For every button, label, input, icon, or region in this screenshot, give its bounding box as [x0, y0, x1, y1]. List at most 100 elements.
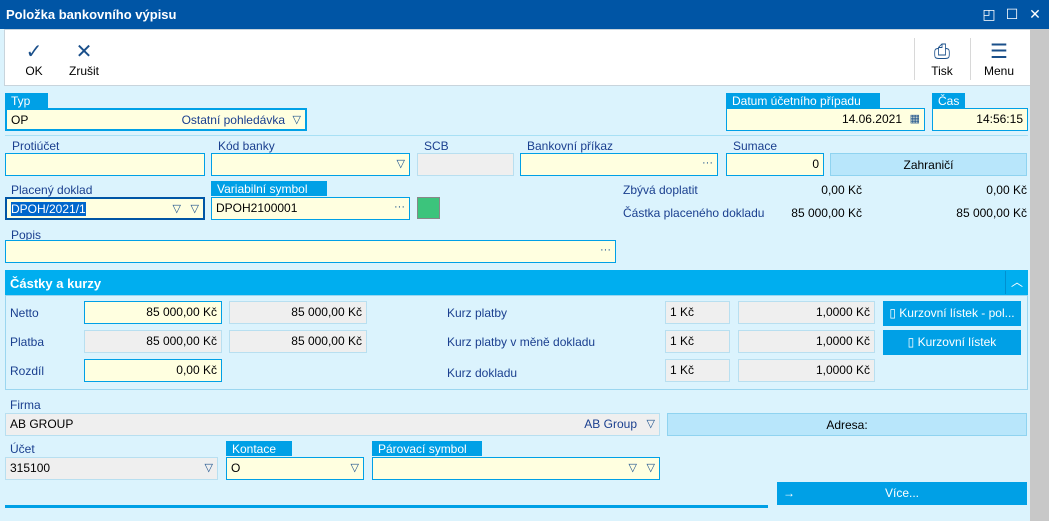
kurz-platby-value: 1,0000 Kč	[738, 301, 875, 324]
dropdown-icon[interactable]: ▽	[293, 113, 301, 126]
calendar-icon[interactable]: ▦	[910, 112, 920, 125]
firma-code: AB GROUP	[10, 417, 74, 431]
kurz-dokladu-unit: 1 Kč	[665, 359, 730, 382]
collapse-icon[interactable]: ︿	[1005, 271, 1028, 294]
ok-label: OK	[25, 64, 43, 78]
kod-banky-field[interactable]: ▽	[211, 153, 410, 176]
typ-label: Typ	[5, 93, 48, 108]
chart-doc-icon: ▯	[907, 335, 918, 349]
scb-field	[417, 153, 514, 176]
castka-value-1: 85 000,00 Kč	[791, 206, 862, 220]
kontace-label: Kontace	[226, 441, 292, 456]
bankovni-prikaz-field[interactable]: ···	[520, 153, 718, 176]
placeny-doklad-label: Placený doklad	[11, 183, 93, 197]
arrow-right-icon: →	[783, 486, 795, 500]
restore-icon[interactable]: ◰	[980, 5, 998, 23]
dropdown-icon[interactable]: ▽	[647, 461, 655, 474]
scb-label: SCB	[424, 139, 449, 153]
netto-value-2: 85 000,00 Kč	[229, 301, 367, 324]
ucet-field[interactable]: 315100 ▽	[5, 457, 218, 480]
zbyva-value-2: 0,00 Kč	[986, 183, 1027, 197]
hamburger-icon: ☰	[990, 41, 1008, 63]
dropdown-icon[interactable]: ▽	[205, 461, 213, 474]
cas-field[interactable]: 14:56:15	[932, 108, 1028, 131]
printer-icon: ⎙	[934, 41, 950, 63]
placeny-doklad-field[interactable]: DPOH/2021/1 ▽ ▽	[5, 197, 205, 220]
parovaci-field[interactable]: ▽ ▽	[372, 457, 660, 480]
castka-value-2: 85 000,00 Kč	[956, 206, 1027, 220]
firma-label: Firma	[10, 398, 41, 412]
kontace-field[interactable]: O ▽	[226, 457, 364, 480]
bankovni-prikaz-label: Bankovní příkaz	[527, 139, 614, 153]
check-icon: ✓	[25, 41, 43, 63]
print-label: Tisk	[931, 64, 953, 78]
kurzovni-listek-pol-label: Kurzovní lístek - pol...	[899, 306, 1015, 320]
dropdown-icon[interactable]: ▽	[647, 417, 655, 430]
filter-icon[interactable]: ▽	[173, 202, 181, 215]
menu-button[interactable]: ☰ Menu	[978, 40, 1020, 78]
filter-icon[interactable]: ▽	[629, 461, 637, 474]
datum-field[interactable]: 14.06.2021 ▦	[726, 108, 925, 131]
variabilni-symbol-value: DPOH2100001	[216, 201, 298, 215]
kod-banky-label: Kód banky	[218, 139, 275, 153]
rozdil-field[interactable]: 0,00 Kč	[84, 359, 222, 382]
typ-name: Ostatní pohledávka	[181, 113, 285, 127]
typ-code: OP	[11, 113, 29, 127]
toolbar	[4, 29, 1044, 86]
ok-button[interactable]: ✓ OK	[18, 40, 50, 78]
sumace-label: Sumace	[733, 139, 778, 153]
variabilni-symbol-label: Variabilní symbol	[211, 181, 327, 196]
zahranici-button[interactable]: Zahraničí	[830, 153, 1027, 176]
close-icon: ✕	[75, 41, 93, 63]
variabilni-symbol-field[interactable]: DPOH2100001 ···	[211, 197, 410, 220]
section-title: Částky a kurzy	[10, 276, 102, 291]
platba-value-1: 85 000,00 Kč	[84, 330, 222, 353]
kontace-value: O	[231, 461, 241, 475]
netto-field[interactable]: 85 000,00 Kč	[84, 301, 222, 324]
protiucet-label: Protiúčet	[12, 139, 60, 153]
chart-doc-icon: ▯	[889, 306, 900, 320]
dropdown-icon[interactable]: ▽	[397, 157, 405, 170]
firma-field[interactable]: AB GROUP AB Group ▽	[5, 413, 660, 436]
scrollbar[interactable]	[1030, 29, 1049, 521]
divider	[970, 38, 971, 80]
adresa-button[interactable]: Adresa:	[667, 413, 1027, 436]
kurzovni-listek-button[interactable]: ▯ Kurzovní lístek	[883, 330, 1021, 355]
popis-field[interactable]: ···	[5, 240, 616, 263]
dropdown-icon[interactable]: ▽	[351, 461, 359, 474]
typ-field[interactable]: OP Ostatní pohledávka ▽	[5, 108, 307, 131]
divider	[914, 38, 915, 80]
vice-button[interactable]: → Více...	[777, 482, 1027, 505]
print-button[interactable]: ⎙ Tisk	[922, 40, 962, 78]
status-indicator	[417, 197, 440, 219]
zbyva-label: Zbývá doplatit	[623, 183, 698, 197]
datum-value: 14.06.2021	[841, 112, 902, 126]
more-icon[interactable]: ···	[600, 244, 611, 256]
window-title: Položka bankovního výpisu	[0, 0, 1049, 29]
close-icon[interactable]: ✕	[1026, 5, 1044, 23]
cas-label: Čas	[932, 93, 965, 108]
kurz-platby-mena-label: Kurz platby v měně dokladu	[447, 335, 596, 349]
platba-label: Platba	[10, 335, 45, 349]
kurzovni-listek-pol-button[interactable]: ▯ Kurzovní lístek - pol...	[883, 301, 1021, 326]
datum-label: Datum účetního případu	[726, 93, 880, 108]
more-icon[interactable]: ···	[394, 201, 405, 213]
section-header[interactable]: Částky a kurzy	[5, 270, 1028, 295]
castka-label: Částka placeného dokladu	[623, 206, 765, 220]
divider	[5, 135, 1028, 136]
maximize-icon[interactable]: ☐	[1003, 5, 1021, 23]
kurz-platby-unit: 1 Kč	[665, 301, 730, 324]
protiucet-field[interactable]	[5, 153, 205, 176]
ucet-label: Účet	[10, 442, 35, 456]
kurz-dokladu-label: Kurz dokladu	[447, 366, 518, 380]
dropdown-icon[interactable]: ▽	[191, 202, 199, 215]
cancel-button[interactable]: ✕ Zrušit	[63, 40, 105, 78]
rozdil-label: Rozdíl	[10, 364, 45, 378]
more-icon[interactable]: ···	[702, 157, 713, 169]
kurz-platby-label: Kurz platby	[447, 306, 508, 320]
kurzovni-listek-label: Kurzovní lístek	[917, 335, 997, 349]
kurz-platby-mena-unit: 1 Kč	[665, 330, 730, 353]
zbyva-value-1: 0,00 Kč	[821, 183, 862, 197]
vice-label: Více...	[884, 486, 919, 500]
sumace-field[interactable]: 0	[726, 153, 824, 176]
